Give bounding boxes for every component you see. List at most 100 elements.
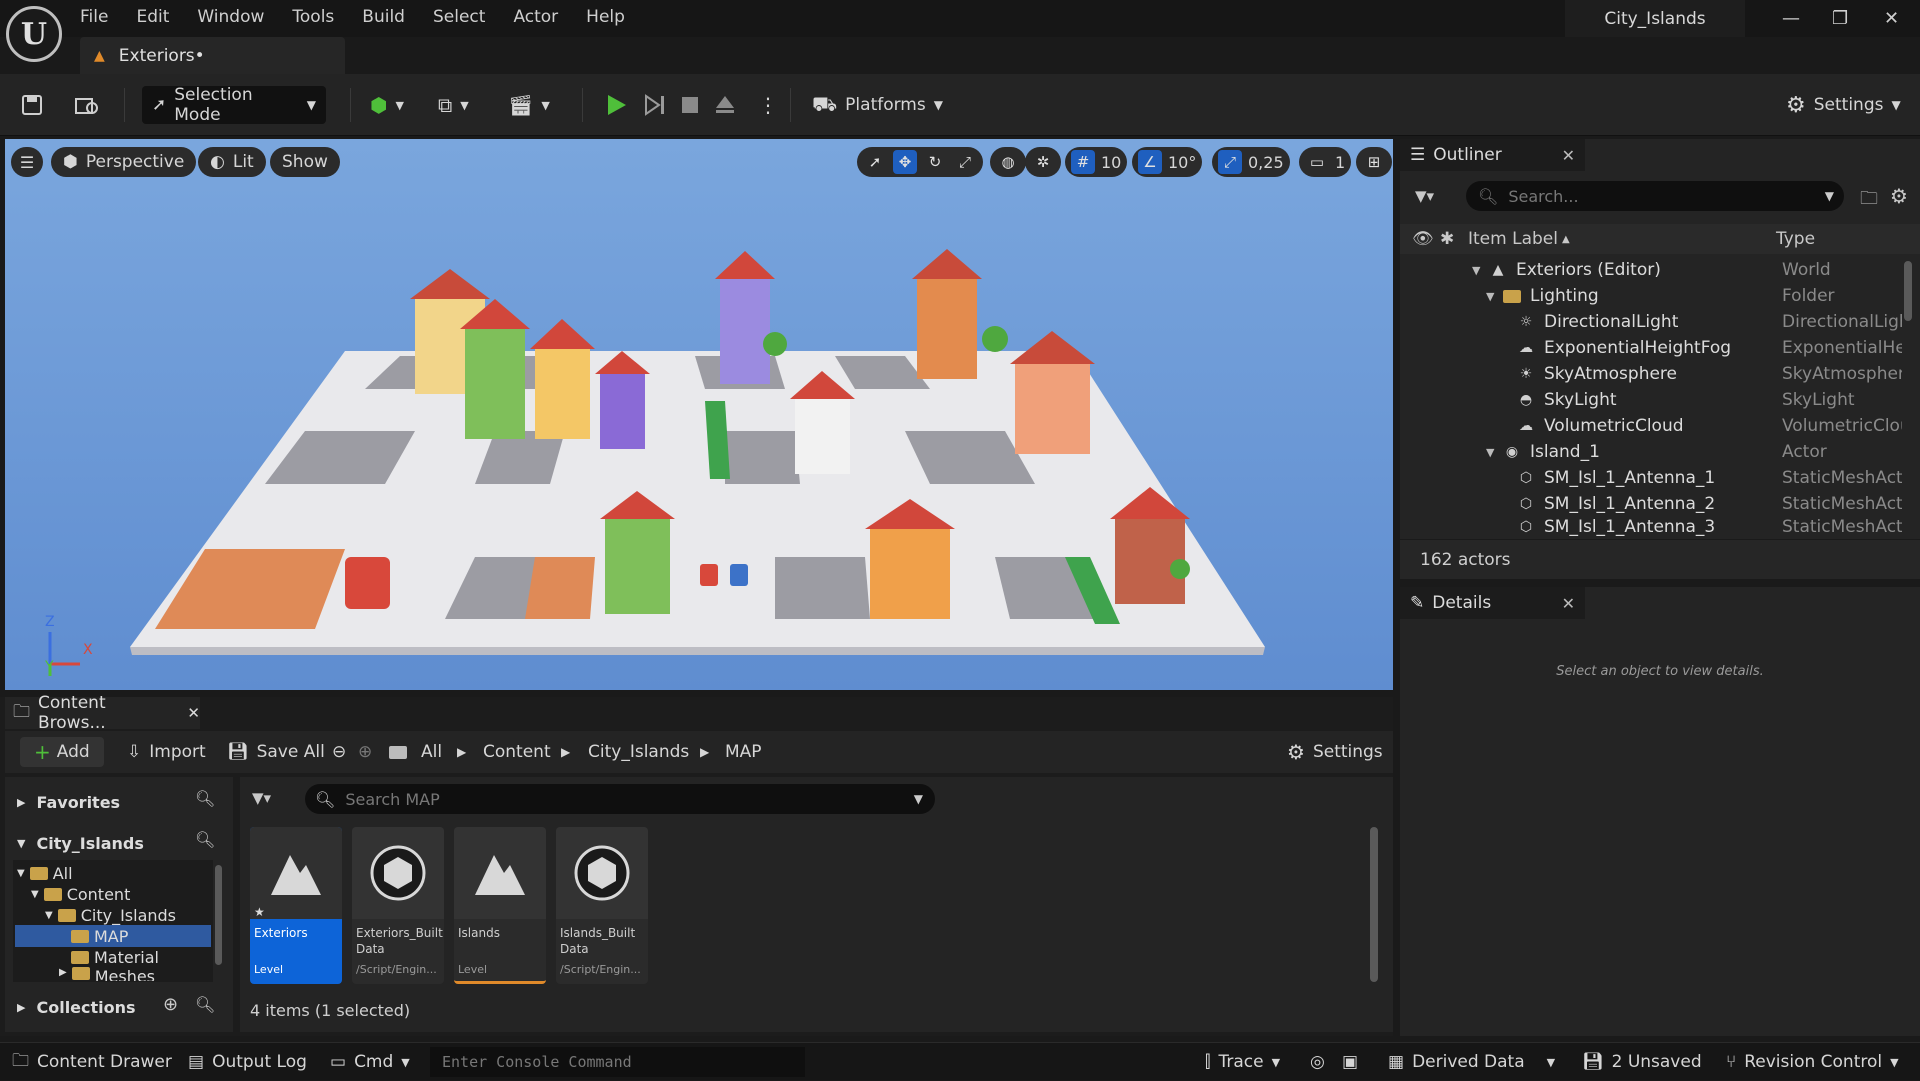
advance-frame-icon[interactable] (644, 86, 666, 124)
menu-select[interactable]: Select (419, 7, 499, 27)
document-tab[interactable]: ▲ Exteriors• (80, 37, 345, 74)
viewport-options-button[interactable]: ☰ (11, 147, 43, 177)
rotation-snap-button[interactable]: ∠ 10° (1132, 147, 1203, 177)
revision-control-dropdown[interactable]: ⑂ Revision Control ▼ (1726, 1043, 1899, 1081)
world-space-button[interactable]: ◍ (990, 147, 1026, 177)
add-collection-icon[interactable]: ⊕ (163, 994, 178, 1015)
outliner-row[interactable]: ⬡ SM_Isl_1_Antenna_2 StaticMeshAct (1400, 491, 1920, 517)
add-actor-button[interactable]: ⬢ ▼ (370, 86, 404, 124)
search-icon[interactable]: 🔍︎ (195, 830, 215, 849)
unsaved-button[interactable]: 💾︎ 2 Unsaved (1582, 1043, 1702, 1081)
outliner-row[interactable]: ⬡ SM_Isl_1_Antenna_1 StaticMeshAct (1400, 465, 1920, 491)
close-icon[interactable]: ✕ (1562, 146, 1575, 165)
asset-tile[interactable]: ★ Exteriors Level (250, 827, 342, 984)
trace-dropdown[interactable]: ⫿ Trace ▼ (1205, 1043, 1280, 1081)
tree-scrollbar[interactable] (215, 865, 222, 965)
level-viewport[interactable]: ☰ ⬢ Perspective ◐ Lit Show ➚ ✥ ↻ ⤢ ◍ ✲ #10… (5, 139, 1393, 690)
perspective-button[interactable]: ⬢ Perspective (51, 147, 197, 177)
tree-item-meshes[interactable]: ▶ Meshes (59, 967, 155, 981)
derived-data-dropdown[interactable]: ▦ Derived Data ▼ (1388, 1043, 1555, 1081)
filter-icon[interactable]: ▼▾ (252, 789, 271, 807)
outliner-row[interactable]: ▼ ◉ Island_1 Actor (1400, 439, 1920, 465)
close-window-icon[interactable]: ✕ (1884, 8, 1899, 29)
asset-tile[interactable]: Exteriors_Built Data /Script/Engin... (352, 827, 444, 984)
outliner-row[interactable]: ◓ SkyLight SkyLight (1400, 387, 1920, 413)
asset-tile[interactable]: Islands_Built Data /Script/Engin... (556, 827, 648, 984)
record-icon[interactable]: ◎ (1310, 1043, 1325, 1081)
gear-icon[interactable]: ⚙ (1890, 184, 1908, 208)
search-icon[interactable]: 🔍︎ (195, 995, 215, 1014)
more-options-icon[interactable]: ⋮ (758, 86, 778, 124)
outliner-row[interactable]: ⬡ SM_Isl_1_Antenna_3 StaticMeshAct (1400, 517, 1920, 537)
outliner-row[interactable]: ☁ VolumetricCloud VolumetricClou (1400, 413, 1920, 439)
content-browser-tab[interactable]: 🗀︎ Content Brows... ✕ (5, 693, 200, 733)
move-tool-icon[interactable]: ✥ (893, 150, 917, 174)
tree-item-map[interactable]: MAP (71, 925, 128, 947)
outliner-search-input[interactable]: 🔍︎ Search... ▼ (1466, 181, 1844, 211)
breadcrumb-map[interactable]: MAP (725, 731, 762, 773)
selection-mode-dropdown[interactable]: ➚ Selection Mode ▼ (142, 85, 326, 125)
pin-icon[interactable]: ✱ (1440, 229, 1454, 249)
menu-window[interactable]: Window (183, 7, 278, 27)
filter-icon[interactable]: ▼▾ (1415, 187, 1434, 205)
tree-item-material[interactable]: Material (71, 946, 159, 968)
menu-edit[interactable]: Edit (122, 7, 183, 27)
close-icon[interactable]: ✕ (1562, 594, 1575, 613)
tree-item-city-islands[interactable]: ▼ City_Islands (45, 904, 176, 926)
close-icon[interactable]: ✕ (187, 704, 200, 722)
camera-speed-button[interactable]: ▭ 1 (1299, 147, 1352, 177)
content-settings-button[interactable]: ⚙ Settings (1287, 731, 1383, 773)
minimize-icon[interactable]: — (1782, 8, 1800, 29)
stop-icon[interactable] (680, 86, 700, 124)
tree-item-content[interactable]: ▼ Content (31, 883, 130, 905)
item-label-column[interactable]: Item Label (1468, 229, 1558, 249)
outliner-scrollbar[interactable] (1904, 261, 1912, 321)
cmd-dropdown[interactable]: ▭ Cmd ▼ (330, 1043, 410, 1081)
asset-search-input[interactable]: 🔍︎ Search MAP ▼ (305, 784, 935, 814)
favorites-section[interactable]: ▶ Favorites (17, 791, 120, 813)
play-button[interactable] (606, 86, 628, 124)
unreal-logo-icon[interactable]: U (6, 6, 62, 62)
eye-icon[interactable]: 👁︎ (1412, 229, 1434, 249)
eject-icon[interactable] (714, 86, 736, 124)
add-folder-icon[interactable]: 🗀︎ (1860, 186, 1878, 216)
settings-button[interactable]: ⚙ Settings ▼ (1786, 86, 1901, 124)
save-all-button[interactable]: 💾︎ Save All (227, 731, 325, 773)
menu-tools[interactable]: Tools (278, 7, 348, 27)
select-tool-icon[interactable]: ➚ (863, 150, 887, 174)
surface-snap-button[interactable]: ✲ (1025, 147, 1061, 177)
outliner-row[interactable]: ▼ ▲ Exteriors (Editor) World (1400, 257, 1920, 283)
outliner-row[interactable]: ☀ SkyAtmosphere SkyAtmospher (1400, 361, 1920, 387)
menu-help[interactable]: Help (572, 7, 639, 27)
forward-icon[interactable]: ⊕ (358, 731, 372, 773)
show-button[interactable]: Show (270, 147, 340, 177)
lit-button[interactable]: ◐ Lit (198, 147, 266, 177)
asset-scrollbar[interactable] (1370, 827, 1378, 982)
scale-tool-icon[interactable]: ⤢ (953, 150, 977, 174)
add-button[interactable]: + Add (20, 737, 104, 767)
browse-icon[interactable] (74, 86, 100, 124)
restore-icon[interactable]: ❐ (1832, 8, 1848, 29)
outliner-row[interactable]: ☁ ExponentialHeightFog ExponentialHei (1400, 335, 1920, 361)
asset-tile[interactable]: Islands Level (454, 827, 546, 984)
output-log-button[interactable]: ▤ Output Log (188, 1043, 307, 1081)
import-button[interactable]: ⇩ Import (127, 731, 206, 773)
blueprint-button[interactable]: ⧉ ▼ (438, 86, 469, 124)
breadcrumb-city-islands[interactable]: City_Islands (588, 731, 689, 773)
tree-item-all[interactable]: ▼ All (17, 862, 73, 884)
back-icon[interactable]: ⊖ (332, 731, 346, 773)
menu-file[interactable]: File (66, 7, 122, 27)
viewport-layout-button[interactable]: ⊞ (1356, 147, 1392, 177)
platforms-button[interactable]: ⛟ Platforms ▼ (812, 86, 943, 124)
outliner-row[interactable]: ☼ DirectionalLight DirectionalLigh (1400, 309, 1920, 335)
project-section[interactable]: ▼ City_Islands (17, 832, 144, 854)
insights-icon[interactable]: ▣ (1342, 1043, 1358, 1081)
outliner-row[interactable]: ▼ Lighting Folder (1400, 283, 1920, 309)
details-tab[interactable]: ✎ Details ✕ (1400, 587, 1585, 619)
outliner-tab[interactable]: ☰ Outliner ✕ (1400, 139, 1585, 171)
grid-snap-button[interactable]: #10 (1065, 147, 1128, 177)
type-column[interactable]: Type (1776, 229, 1815, 249)
rotate-tool-icon[interactable]: ↻ (923, 150, 947, 174)
content-drawer-button[interactable]: 🗀︎ Content Drawer (12, 1043, 172, 1081)
collections-section[interactable]: ▶ Collections (17, 996, 136, 1018)
